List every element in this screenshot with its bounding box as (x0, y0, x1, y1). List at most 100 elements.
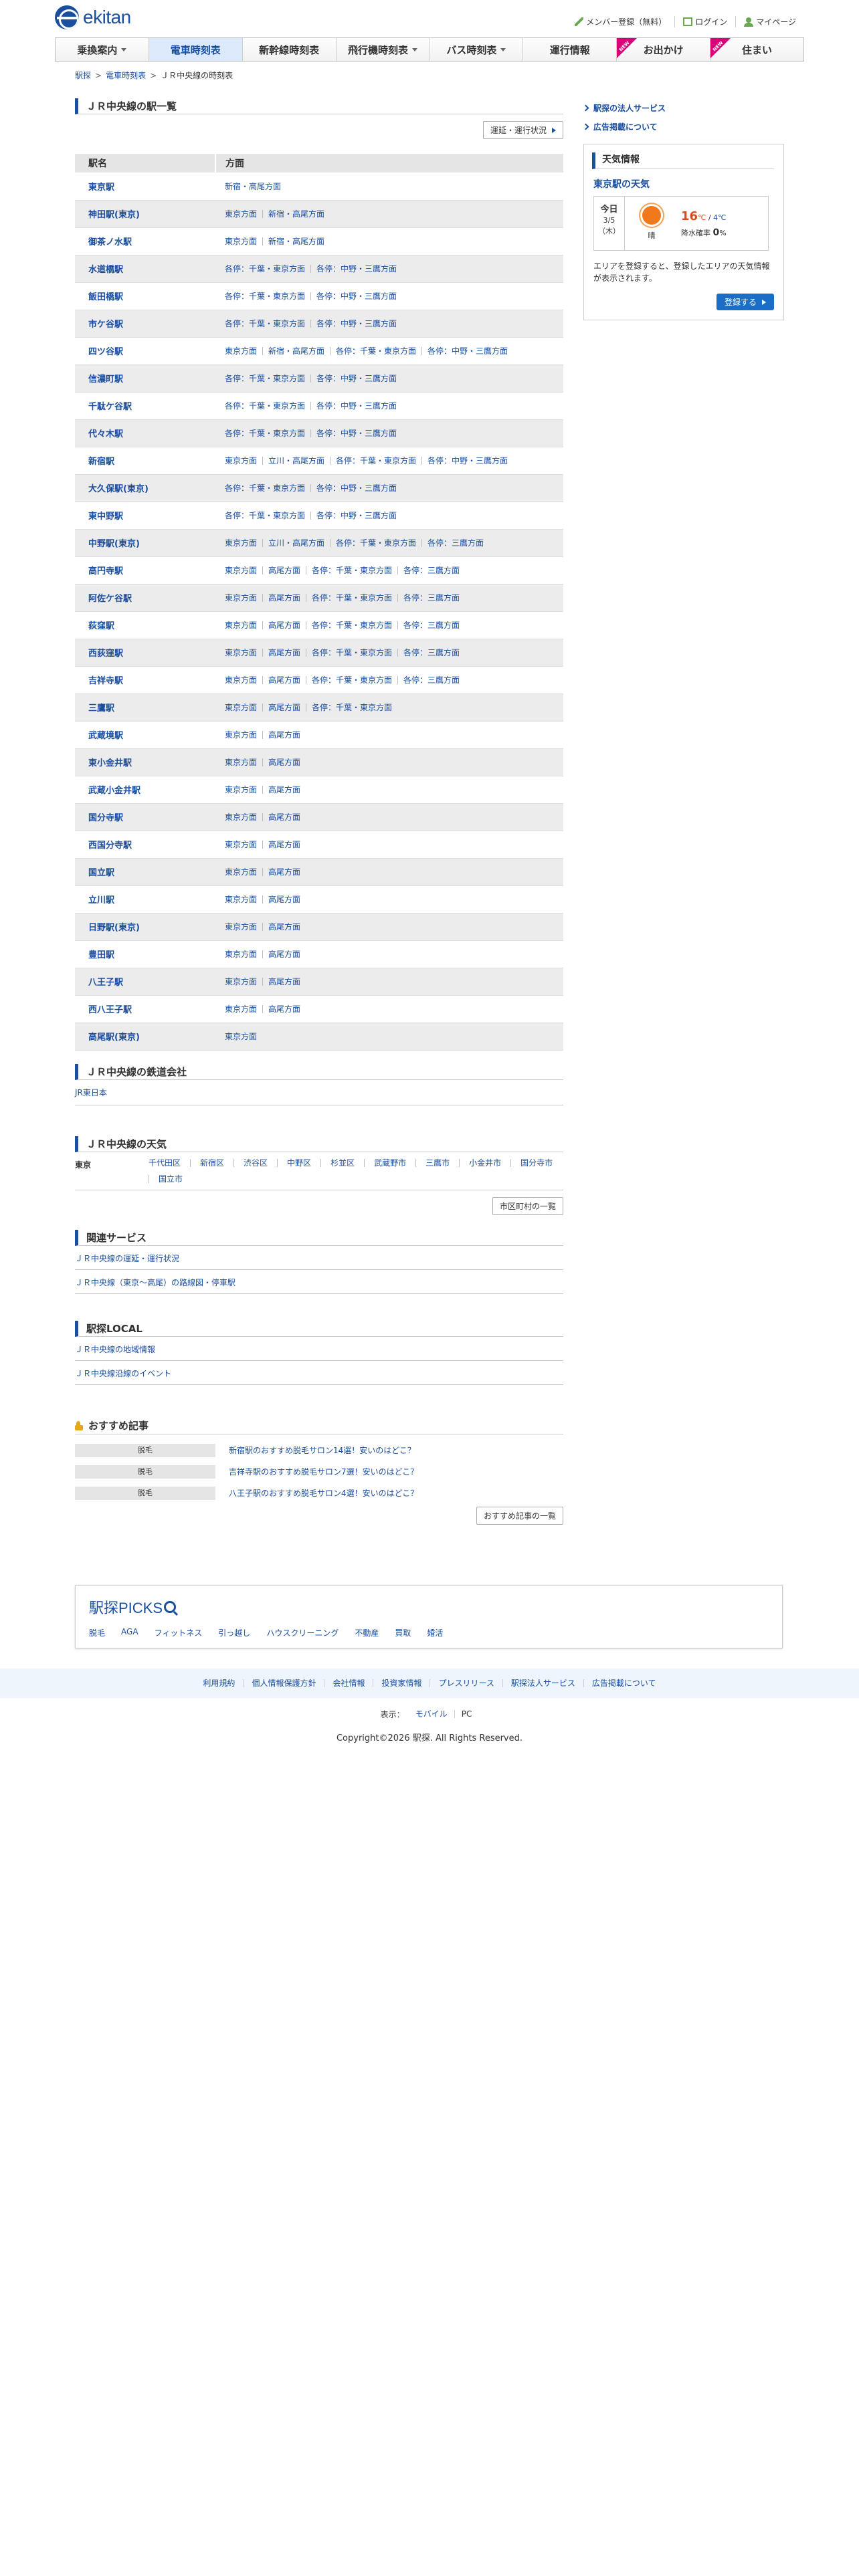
member-register-link[interactable]: メンバー登録（無料） (567, 16, 674, 27)
direction-link[interactable]: 各停：千葉・東京方面 (330, 346, 421, 355)
direction-link[interactable]: 各停：中野・三鷹方面 (310, 374, 402, 383)
direction-link[interactable]: 各停：中野・三鷹方面 (310, 401, 402, 410)
direction-link[interactable]: 東京方面 (225, 841, 262, 849)
ekitan-logo[interactable]: ekitan (55, 5, 131, 29)
direction-link[interactable]: 各停：三鷹方面 (397, 566, 465, 574)
mypage-link[interactable]: マイページ (735, 16, 804, 27)
direction-link[interactable]: 東京方面 (225, 1033, 262, 1041)
picks-category-link[interactable]: 婚活 (427, 1627, 443, 1638)
article-link[interactable]: 吉祥寺駅のおすすめ脱毛サロン7選！安いのはどこ？ (229, 1466, 418, 1477)
picks-category-link[interactable]: 不動産 (355, 1627, 379, 1638)
direction-link[interactable]: 新宿・高尾方面 (262, 209, 330, 218)
direction-link[interactable]: 新宿・高尾方面 (225, 183, 286, 191)
direction-link[interactable]: 高尾方面 (262, 1004, 306, 1013)
related-link-status[interactable]: ＪＲ中央線の運延・運行状況 (75, 1246, 563, 1270)
direction-link[interactable]: 各停：三鷹方面 (397, 648, 465, 657)
weather-city-link[interactable]: 中野区 (277, 1158, 320, 1167)
display-pc[interactable]: PC (454, 1710, 479, 1718)
article-link[interactable]: 新宿駅のおすすめ脱毛サロン14選！安いのはどこ？ (229, 1444, 415, 1456)
station-name[interactable]: 八王子駅 (75, 968, 215, 996)
direction-link[interactable]: 各停：千葉・東京方面 (306, 566, 397, 574)
station-name[interactable]: 武蔵境駅 (75, 721, 215, 749)
picks-category-link[interactable]: 脱毛 (89, 1627, 105, 1638)
station-name[interactable]: 飯田橋駅 (75, 282, 215, 310)
direction-link[interactable]: 高尾方面 (262, 675, 306, 684)
weather-city-link[interactable]: 武蔵野市 (364, 1158, 415, 1167)
direction-link[interactable]: 各停：千葉・東京方面 (225, 402, 310, 410)
direction-link[interactable]: 東京方面 (225, 1005, 262, 1013)
breadcrumb-home[interactable]: 駅探 (75, 70, 91, 81)
gnav-item-2[interactable]: 新幹線時刻表 (242, 38, 336, 61)
direction-link[interactable]: 各停：三鷹方面 (421, 538, 489, 547)
login-link[interactable]: ログイン (674, 16, 735, 27)
direction-link[interactable]: 高尾方面 (262, 621, 306, 629)
direction-link[interactable]: 各停：中野・三鷹方面 (310, 484, 402, 492)
picks-category-link[interactable]: 引っ越し (218, 1627, 250, 1638)
station-name[interactable]: 三鷹駅 (75, 693, 215, 722)
direction-link[interactable]: 東京方面 (225, 621, 262, 629)
direction-link[interactable]: 東京方面 (225, 347, 262, 355)
station-name[interactable]: 荻窪駅 (75, 611, 215, 639)
direction-link[interactable]: 各停：三鷹方面 (397, 593, 465, 602)
picks-category-link[interactable]: ハウスクリーニング (266, 1627, 339, 1638)
direction-link[interactable]: 高尾方面 (262, 566, 306, 574)
local-link-area[interactable]: ＪＲ中央線の地域情報 (75, 1337, 563, 1361)
station-name[interactable]: 西荻窪駅 (75, 639, 215, 667)
weather-city-link[interactable]: 千代田区 (149, 1159, 190, 1167)
station-name[interactable]: 高尾駅(東京) (75, 1023, 215, 1051)
direction-link[interactable]: 各停：中野・三鷹方面 (310, 264, 402, 273)
direction-link[interactable]: 各停：千葉・東京方面 (225, 429, 310, 437)
direction-link[interactable]: 各停：千葉・東京方面 (306, 675, 397, 684)
footer-link[interactable]: プレスリリース (430, 1679, 502, 1687)
station-name[interactable]: 四ツ谷駅 (75, 337, 215, 365)
direction-link[interactable]: 東京方面 (225, 594, 262, 602)
gnav-item-5[interactable]: 運行情報 (522, 38, 617, 61)
direction-link[interactable]: 各停：千葉・東京方面 (306, 621, 397, 629)
station-name[interactable]: 中野駅(東京) (75, 529, 215, 557)
side-link-business[interactable]: 駅探の法人サービス (582, 98, 784, 117)
direction-link[interactable]: 高尾方面 (262, 785, 306, 794)
direction-link[interactable]: 高尾方面 (262, 840, 306, 849)
direction-link[interactable]: 東京方面 (225, 457, 262, 465)
station-name[interactable]: 西八王子駅 (75, 995, 215, 1023)
direction-link[interactable]: 東京方面 (225, 704, 262, 712)
direction-link[interactable]: 東京方面 (225, 237, 262, 245)
station-name[interactable]: 東京駅 (75, 173, 215, 201)
direction-link[interactable]: 各停：中野・三鷹方面 (310, 319, 402, 328)
station-name[interactable]: 日野駅(東京) (75, 913, 215, 941)
gnav-item-3[interactable]: 飛行機時刻表 (335, 38, 430, 61)
direction-link[interactable]: 高尾方面 (262, 648, 306, 657)
breadcrumb-timetable[interactable]: 電車時刻表 (106, 70, 146, 81)
direction-link[interactable]: 東京方面 (225, 539, 262, 547)
direction-link[interactable]: 東京方面 (225, 868, 262, 876)
direction-link[interactable]: 各停：中野・三鷹方面 (310, 429, 402, 437)
station-name[interactable]: 国立駅 (75, 858, 215, 886)
company-link[interactable]: JR東日本 (75, 1080, 563, 1105)
direction-link[interactable]: 東京方面 (225, 758, 262, 766)
station-name[interactable]: 吉祥寺駅 (75, 666, 215, 694)
station-name[interactable]: 国分寺駅 (75, 803, 215, 831)
station-name[interactable]: 水道橋駅 (75, 255, 215, 283)
direction-link[interactable]: 各停：千葉・東京方面 (330, 538, 421, 547)
direction-link[interactable]: 東京方面 (225, 210, 262, 218)
footer-link[interactable]: 投資家情報 (373, 1679, 430, 1687)
direction-link[interactable]: 立川・高尾方面 (262, 538, 330, 547)
footer-link[interactable]: 会社情報 (324, 1679, 373, 1687)
weather-city-link[interactable]: 国立市 (149, 1174, 192, 1183)
side-link-ads[interactable]: 広告掲載について (582, 117, 784, 136)
direction-link[interactable]: 各停：千葉・東京方面 (306, 648, 397, 657)
direction-link[interactable]: 各停：中野・三鷹方面 (310, 511, 402, 520)
station-name[interactable]: 代々木駅 (75, 419, 215, 447)
direction-link[interactable]: 各停：千葉・東京方面 (225, 320, 310, 328)
station-name[interactable]: 市ケ谷駅 (75, 310, 215, 338)
direction-link[interactable]: 高尾方面 (262, 950, 306, 958)
picks-category-link[interactable]: フィットネス (155, 1627, 203, 1638)
direction-link[interactable]: 高尾方面 (262, 922, 306, 931)
direction-link[interactable]: 高尾方面 (262, 593, 306, 602)
station-name[interactable]: 西国分寺駅 (75, 831, 215, 859)
direction-link[interactable]: 各停：三鷹方面 (397, 675, 465, 684)
direction-link[interactable]: 高尾方面 (262, 703, 306, 712)
direction-link[interactable]: 立川・高尾方面 (262, 456, 330, 465)
direction-link[interactable]: 各停：千葉・東京方面 (225, 484, 310, 492)
direction-link[interactable]: 各停：千葉・東京方面 (225, 292, 310, 300)
